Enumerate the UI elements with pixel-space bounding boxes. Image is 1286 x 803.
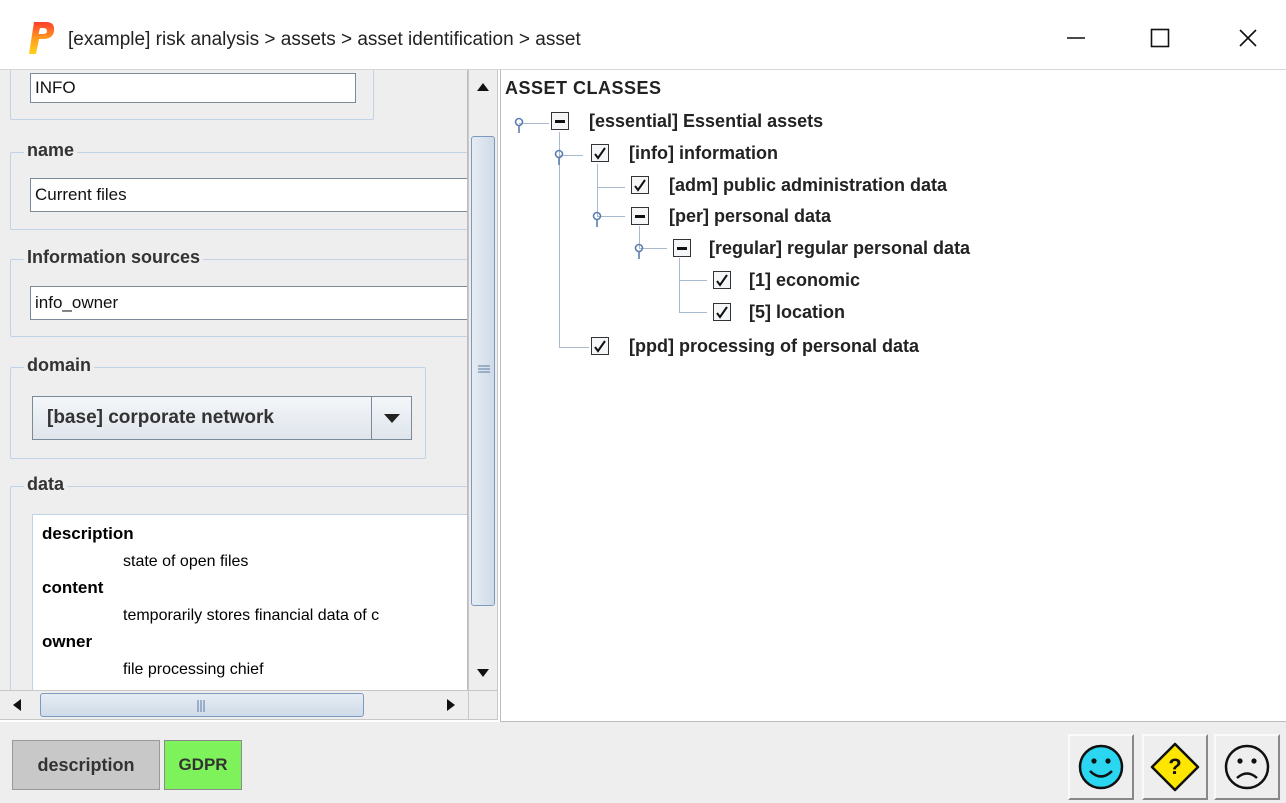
scrollbar-corner	[468, 690, 498, 720]
data-key-description: description	[42, 524, 134, 543]
tree-node-adm[interactable]: [adm] public administration data	[669, 175, 947, 196]
tree-checkbox-location[interactable]	[713, 303, 731, 321]
tree-node-info[interactable]: [info] information	[629, 143, 778, 164]
tree-checkbox-ppd[interactable]	[591, 337, 609, 355]
help-button[interactable]: ?	[1142, 734, 1208, 800]
data-label: data	[24, 474, 68, 495]
data-value-content: temporarily stores financial data of c	[123, 607, 380, 624]
domain-dropdown-button[interactable]	[371, 397, 411, 439]
close-icon	[1239, 29, 1257, 47]
bottom-toolbar: description GDPR ?	[0, 722, 1286, 803]
form-horizontal-scrollbar[interactable]	[0, 690, 468, 720]
maximize-button[interactable]	[1138, 18, 1182, 58]
tree-checkbox-essential[interactable]	[551, 112, 569, 130]
checkmark-icon	[594, 340, 606, 353]
arrow-right-icon	[447, 699, 455, 711]
scroll-up-button[interactable]	[469, 72, 497, 102]
checkmark-icon	[716, 306, 728, 319]
app-logo-icon	[29, 22, 55, 54]
happy-face-icon	[1078, 744, 1124, 790]
tree-node-economic[interactable]: [1] economic	[749, 270, 860, 291]
tree-connector	[679, 258, 680, 312]
scroll-down-button[interactable]	[469, 658, 497, 688]
domain-combobox[interactable]: [base] corporate network	[32, 396, 412, 440]
checkmark-icon	[594, 147, 606, 160]
tree-checkbox-regular[interactable]	[673, 239, 691, 257]
tree-node-per[interactable]: [per] personal data	[669, 206, 831, 227]
name-label: name	[24, 140, 78, 161]
tree-checkbox-per[interactable]	[631, 207, 649, 225]
window-title: [example] risk analysis > assets > asset…	[68, 29, 581, 50]
partial-check-icon	[555, 120, 565, 123]
maximize-icon	[1150, 28, 1170, 48]
help-diamond-icon: ?	[1150, 742, 1200, 792]
data-value-description: state of open files	[123, 553, 249, 570]
code-field[interactable]: INFO	[30, 73, 356, 103]
tree-expand-handle-icon[interactable]	[509, 114, 529, 134]
tree-expand-handle-icon[interactable]	[629, 240, 649, 260]
asset-form-panel: INFO name Current files Information sour…	[0, 70, 468, 690]
checkmark-icon	[634, 179, 646, 192]
reject-button[interactable]	[1214, 734, 1280, 800]
accept-button[interactable]	[1068, 734, 1134, 800]
tree-checkbox-adm[interactable]	[631, 176, 649, 194]
chevron-down-icon	[383, 414, 400, 423]
close-button[interactable]	[1226, 18, 1270, 58]
tree-node-ppd[interactable]: [ppd] processing of personal data	[629, 336, 919, 357]
tree-node-regular[interactable]: [regular] regular personal data	[709, 238, 970, 259]
grip-icon	[478, 365, 490, 373]
form-vertical-scrollbar[interactable]	[468, 70, 498, 690]
sources-label: Information sources	[24, 247, 204, 268]
title-bar: [example] risk analysis > assets > asset…	[0, 0, 1286, 70]
asset-classes-tree[interactable]: ASSET CLASSES [essential] Essential asse…	[500, 70, 1286, 722]
data-key-owner: owner	[42, 632, 93, 651]
tree-node-location[interactable]: [5] location	[749, 302, 845, 323]
tree-expand-handle-icon[interactable]	[549, 146, 569, 166]
tree-expand-handle-icon[interactable]	[587, 208, 607, 228]
minimize-button[interactable]	[1054, 18, 1098, 58]
tree-checkbox-economic[interactable]	[713, 271, 731, 289]
svg-text:?: ?	[1168, 754, 1181, 779]
vertical-scroll-thumb[interactable]	[471, 136, 495, 606]
tree-connector	[679, 280, 707, 281]
arrow-down-icon	[477, 669, 489, 677]
scroll-left-button[interactable]	[2, 691, 32, 719]
tree-node-essential[interactable]: [essential] Essential assets	[589, 111, 823, 132]
domain-label: domain	[24, 355, 95, 376]
horizontal-scroll-thumb[interactable]	[40, 693, 364, 717]
partial-check-icon	[677, 247, 687, 250]
tree-connector	[559, 347, 589, 348]
gdpr-tab-button[interactable]: GDPR	[164, 740, 242, 790]
sources-field[interactable]: info_owner	[30, 286, 467, 320]
data-key-content: content	[42, 578, 104, 597]
data-value-owner: file processing chief	[123, 661, 264, 678]
tree-root-label: ASSET CLASSES	[505, 78, 662, 98]
arrow-up-icon	[477, 83, 489, 91]
arrow-left-icon	[13, 699, 21, 711]
minimize-icon	[1067, 37, 1085, 39]
description-tab-button[interactable]: description	[12, 740, 160, 790]
tree-connector	[597, 187, 625, 188]
name-field[interactable]: Current files	[30, 178, 467, 212]
domain-selected-value: [base] corporate network	[47, 407, 274, 428]
partial-check-icon	[635, 215, 645, 218]
grip-icon	[197, 700, 205, 712]
sad-face-icon	[1224, 744, 1270, 790]
tree-connector	[679, 312, 707, 313]
scroll-right-button[interactable]	[436, 691, 466, 719]
tree-checkbox-info[interactable]	[591, 144, 609, 162]
checkmark-icon	[716, 274, 728, 287]
data-text-area[interactable]: description state of open files content …	[32, 514, 467, 690]
